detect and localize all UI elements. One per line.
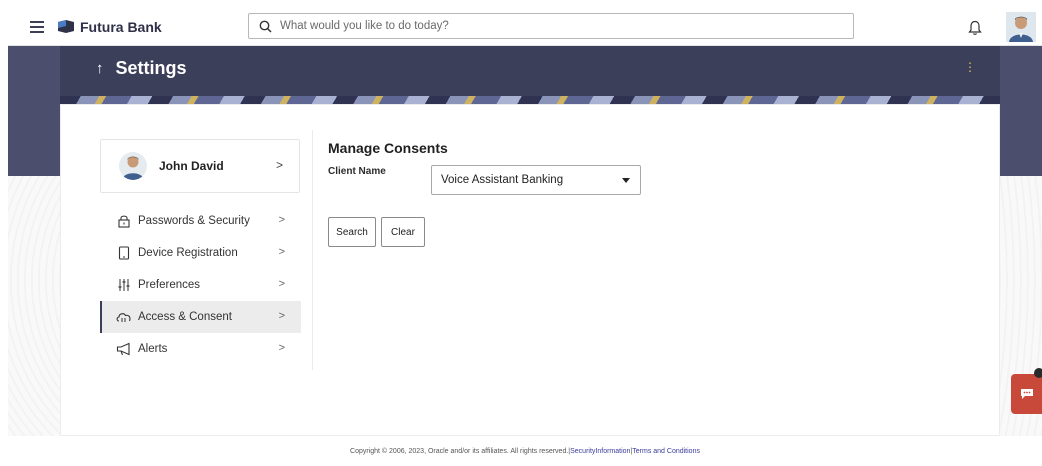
sidebar-item-alerts[interactable]: Alerts > bbox=[100, 333, 301, 365]
notification-bell-icon[interactable] bbox=[968, 20, 982, 36]
chevron-right-icon: > bbox=[275, 158, 283, 172]
security-information-link[interactable]: SecurityInformation bbox=[570, 448, 630, 455]
chevron-right-icon: > bbox=[278, 214, 285, 226]
profile-card[interactable]: John David > bbox=[100, 139, 300, 193]
caret-down-icon bbox=[622, 178, 630, 183]
sidebar-item-device-registration[interactable]: Device Registration > bbox=[100, 237, 301, 269]
user-photo-icon bbox=[119, 152, 147, 180]
megaphone-icon bbox=[116, 341, 132, 357]
chevron-right-icon: > bbox=[278, 246, 285, 258]
terms-conditions-link[interactable]: Terms and Conditions bbox=[632, 448, 700, 455]
brand-logo[interactable]: Futura Bank bbox=[58, 19, 162, 35]
client-name-select[interactable]: Voice Assistant Banking bbox=[431, 165, 641, 195]
settings-menu: Passwords & Security > Device Registrati… bbox=[100, 205, 301, 365]
sidebar-item-passwords-security[interactable]: Passwords & Security > bbox=[100, 205, 301, 237]
app-name: Futura Bank bbox=[80, 18, 162, 35]
chevron-right-icon: > bbox=[278, 342, 285, 354]
decorative-pattern bbox=[60, 96, 1000, 104]
footer: Copyright © 2006, 2023, Oracle and/or it… bbox=[8, 436, 1042, 466]
kebab-menu-icon[interactable]: ⋮ bbox=[964, 60, 976, 74]
client-name-label: Client Name bbox=[328, 166, 386, 177]
lock-icon bbox=[116, 213, 132, 229]
chat-button[interactable] bbox=[1011, 374, 1042, 414]
cloud-consent-icon bbox=[116, 309, 132, 325]
chat-icon bbox=[1020, 389, 1033, 399]
hamburger-menu-icon[interactable] bbox=[30, 20, 44, 33]
page-title: Settings bbox=[115, 58, 187, 78]
search-button[interactable]: Search bbox=[328, 217, 376, 247]
sidebar-item-label: Passwords & Security bbox=[138, 215, 250, 227]
client-name-value: Voice Assistant Banking bbox=[441, 174, 564, 186]
search-input[interactable] bbox=[280, 20, 840, 32]
profile-avatar bbox=[119, 152, 147, 180]
sidebar-item-label: Access & Consent bbox=[138, 311, 232, 323]
section-title: Manage Consents bbox=[328, 140, 448, 156]
sliders-icon bbox=[116, 277, 132, 293]
sidebar-item-label: Device Registration bbox=[138, 247, 238, 259]
chevron-right-icon: > bbox=[278, 310, 285, 322]
arrow-up-icon[interactable]: ↑ bbox=[96, 60, 104, 77]
sidebar-item-label: Alerts bbox=[138, 343, 168, 355]
search-icon bbox=[259, 20, 272, 33]
sidebar-item-label: Preferences bbox=[138, 279, 201, 291]
sidebar-item-preferences[interactable]: Preferences > bbox=[100, 269, 301, 301]
panel-divider bbox=[312, 130, 313, 370]
sidebar-item-access-consent[interactable]: Access & Consent > bbox=[100, 301, 301, 333]
clear-button[interactable]: Clear bbox=[381, 217, 425, 247]
global-search[interactable] bbox=[248, 13, 854, 39]
page-header: ↑ Settings bbox=[96, 58, 187, 79]
device-icon bbox=[116, 245, 132, 261]
chat-notification-dot bbox=[1034, 368, 1042, 378]
top-navigation-bar: Futura Bank bbox=[8, 8, 1042, 46]
user-photo-icon bbox=[1006, 12, 1036, 42]
profile-name: John David bbox=[159, 159, 224, 173]
copyright-text: Copyright © 2006, 2023, Oracle and/or it… bbox=[350, 447, 569, 455]
bank-logo-icon bbox=[58, 20, 74, 33]
user-avatar[interactable] bbox=[1006, 12, 1036, 42]
chevron-right-icon: > bbox=[278, 278, 285, 290]
